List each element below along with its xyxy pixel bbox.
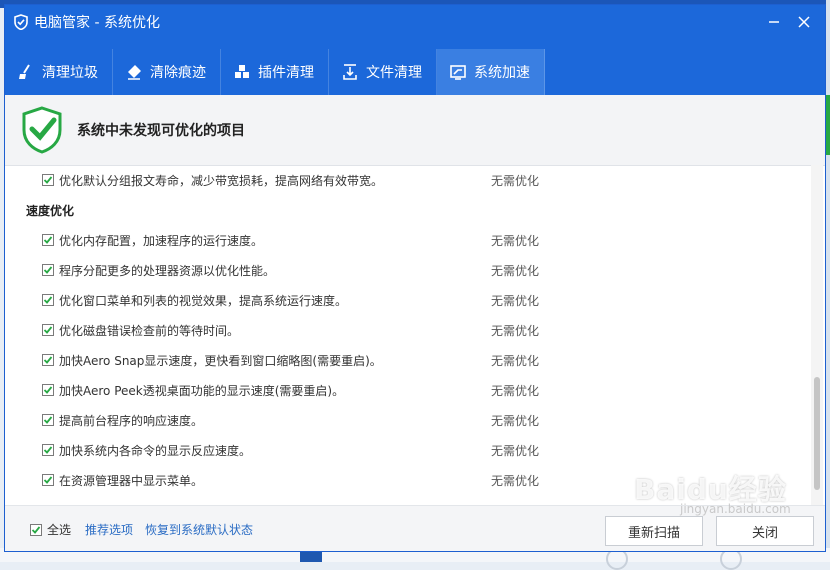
tab-clean-junk[interactable]: 清理垃圾: [5, 49, 113, 95]
item-checkbox[interactable]: [42, 324, 54, 336]
list-item: 优化窗口菜单和列表的视觉效果，提高系统运行速度。 无需优化: [5, 285, 815, 315]
tab-plugin-clean[interactable]: 插件清理: [221, 49, 329, 95]
item-status: 无需优化: [491, 323, 540, 338]
select-all-control[interactable]: 全选: [30, 521, 71, 538]
tab-clear-traces[interactable]: 清除痕迹: [113, 49, 221, 95]
item-status: 无需优化: [491, 383, 540, 398]
check-icon: [43, 296, 53, 304]
check-icon: [43, 476, 53, 484]
list-item: 优化内存配置，加速程序的运行速度。 无需优化: [5, 225, 815, 255]
item-label: 优化内存配置，加速程序的运行速度。: [59, 233, 264, 248]
item-checkbox[interactable]: [42, 414, 54, 426]
select-all-label: 全选: [47, 523, 72, 537]
item-status: 无需优化: [491, 413, 540, 428]
item-label: 优化默认分组报文寿命，减少带宽损耗，提高网络有效带宽。: [59, 173, 384, 188]
list-item: 加快系统内各命令的显示反应速度。 无需优化: [5, 435, 815, 465]
scan-result-banner: 系统中未发现可优化的项目: [5, 95, 825, 166]
list-item: 优化默认分组报文寿命，减少带宽损耗，提高网络有效带宽。 无需优化: [5, 165, 815, 195]
background-right-edge: [826, 0, 830, 562]
list-item: 程序分配更多的处理器资源以优化性能。 无需优化: [5, 255, 815, 285]
item-checkbox[interactable]: [42, 474, 54, 486]
baidu-watermark-url: jingyan.baidu.com: [680, 502, 791, 516]
eraser-icon: [125, 63, 143, 81]
tab-label: 系统加速: [474, 65, 530, 81]
item-checkbox[interactable]: [42, 444, 54, 456]
check-icon: [43, 446, 53, 454]
file-clean-icon: [341, 63, 359, 81]
list-item: 提高前台程序的响应速度。 无需优化: [5, 405, 815, 435]
tab-label: 清除痕迹: [150, 65, 206, 81]
item-label: 在资源管理器中显示菜单。: [59, 473, 204, 488]
background-green-bar: [826, 95, 830, 155]
rescan-button[interactable]: 重新扫描: [605, 516, 703, 546]
plugin-icon: [233, 63, 251, 81]
list-item: 加快Aero Snap显示速度，更快看到窗口缩略图(需要重启)。 无需优化: [5, 345, 815, 375]
select-all-checkbox[interactable]: [30, 523, 42, 536]
minimize-icon: [769, 21, 779, 23]
check-icon: [43, 176, 53, 184]
item-label: 提高前台程序的响应速度。: [59, 413, 204, 428]
item-label: 优化窗口菜单和列表的视觉效果，提高系统运行速度。: [59, 293, 348, 308]
check-icon: [43, 356, 53, 364]
check-icon: [31, 525, 41, 534]
check-icon: [43, 386, 53, 394]
scan-result-message: 系统中未发现可优化的项目: [77, 123, 245, 139]
item-checkbox[interactable]: [42, 174, 54, 186]
broom-icon: [17, 63, 35, 81]
background-taskbar-icon: [300, 552, 322, 562]
shield-check-icon: [22, 106, 62, 154]
tab-file-clean[interactable]: 文件清理: [329, 49, 437, 95]
list-item: 加快Aero Peek透视桌面功能的显示速度(需要重启)。 无需优化: [5, 375, 815, 405]
close-window-button[interactable]: [789, 11, 819, 33]
item-checkbox[interactable]: [42, 264, 54, 276]
item-status: 无需优化: [491, 233, 540, 248]
item-label: 加快Aero Snap显示速度，更快看到窗口缩略图(需要重启)。: [59, 353, 382, 368]
list-item: 优化磁盘错误检查前的等待时间。 无需优化: [5, 315, 815, 345]
item-status: 无需优化: [491, 263, 540, 278]
list-scrollbar[interactable]: [811, 165, 823, 505]
item-checkbox[interactable]: [42, 234, 54, 246]
item-checkbox[interactable]: [42, 354, 54, 366]
optimization-list: 优化默认分组报文寿命，减少带宽损耗，提高网络有效带宽。 无需优化 速度优化 优化…: [5, 165, 815, 505]
check-icon: [43, 416, 53, 424]
check-icon: [43, 326, 53, 334]
window-title: 电脑管家 - 系统优化: [34, 15, 160, 31]
item-label: 加快系统内各命令的显示反应速度。: [59, 443, 252, 458]
item-status: 无需优化: [491, 473, 540, 488]
item-status: 无需优化: [491, 443, 540, 458]
check-icon: [43, 266, 53, 274]
item-label: 程序分配更多的处理器资源以优化性能。: [59, 263, 276, 278]
check-icon: [43, 236, 53, 244]
window-title-area: 电脑管家 - 系统优化: [13, 13, 160, 31]
tab-label: 插件清理: [258, 65, 314, 81]
scrollbar-thumb[interactable]: [814, 377, 820, 490]
section-heading-speed: 速度优化: [26, 203, 75, 218]
speedup-icon: [449, 63, 467, 81]
close-icon: [798, 16, 810, 28]
tab-bar: 清理垃圾 清除痕迹 插件清理 文件清理 系统加速: [5, 49, 545, 95]
item-label: 加快Aero Peek透视桌面功能的显示速度(需要重启)。: [59, 383, 345, 398]
item-status: 无需优化: [491, 173, 540, 188]
tab-system-speedup[interactable]: 系统加速: [437, 49, 545, 95]
recommended-options-link[interactable]: 推荐选项: [85, 521, 133, 538]
restore-default-link[interactable]: 恢复到系统默认状态: [145, 521, 253, 538]
close-button[interactable]: 关闭: [716, 516, 814, 546]
item-status: 无需优化: [491, 353, 540, 368]
minimize-button[interactable]: [759, 11, 789, 33]
item-label: 优化磁盘错误检查前的等待时间。: [59, 323, 240, 338]
pc-manager-logo-icon: [13, 14, 29, 31]
tab-label: 清理垃圾: [42, 65, 98, 81]
item-checkbox[interactable]: [42, 384, 54, 396]
item-status: 无需优化: [491, 293, 540, 308]
tab-label: 文件清理: [366, 65, 422, 81]
item-checkbox[interactable]: [42, 294, 54, 306]
title-bar: 电脑管家 - 系统优化 清理垃圾 清除痕迹 插件清理 文件清理 系统加速: [5, 5, 825, 95]
